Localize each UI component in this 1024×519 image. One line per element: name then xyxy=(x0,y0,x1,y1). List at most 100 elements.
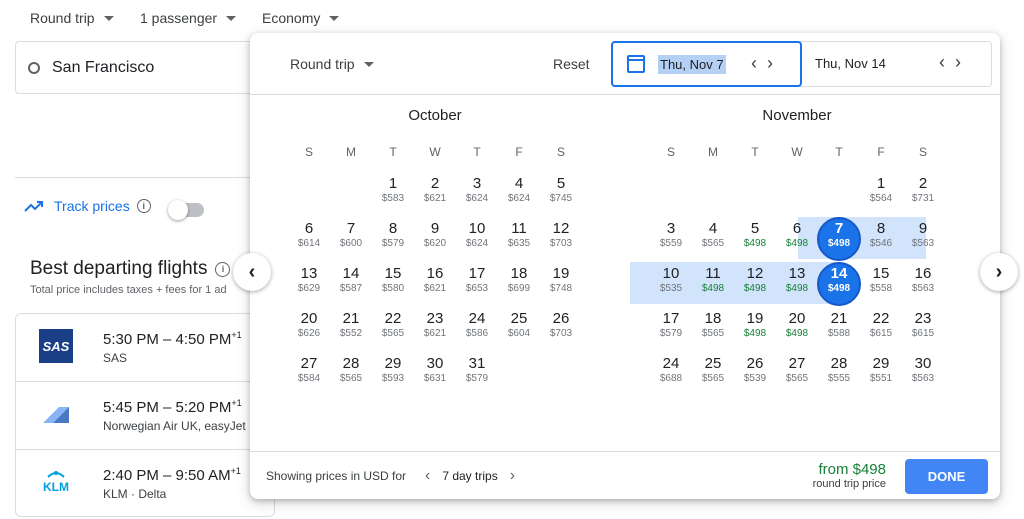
day-number: 28 xyxy=(342,355,360,372)
calendar-day[interactable]: 3 $559 xyxy=(650,214,692,260)
calendar-day[interactable]: 31 $579 xyxy=(456,349,498,395)
calendar-day[interactable]: 12 $498 xyxy=(734,259,776,305)
calendar-day[interactable]: 17 $579 xyxy=(650,304,692,350)
trip-type-dropdown[interactable]: Round trip xyxy=(30,10,114,26)
day-number: 11 xyxy=(705,265,721,282)
day-price: $624 xyxy=(507,193,531,204)
calendar-day[interactable]: 23 $615 xyxy=(902,304,944,350)
previous-month-button[interactable]: ‹ xyxy=(233,253,271,291)
calendar-day[interactable]: 2 $731 xyxy=(902,169,944,215)
day-number: 7 xyxy=(346,220,356,237)
calendar-day[interactable]: 18 $699 xyxy=(498,259,540,305)
calendar-day[interactable]: 6 $498 xyxy=(776,214,818,260)
calendar-day[interactable]: 28 $565 xyxy=(330,349,372,395)
origin-field[interactable]: San Francisco xyxy=(15,41,275,94)
calendar-day[interactable]: 9 $620 xyxy=(414,214,456,260)
calendar-day[interactable]: 25 $604 xyxy=(498,304,540,350)
calendar-day[interactable]: 30 $563 xyxy=(902,349,944,395)
calendar-day[interactable]: 17 $653 xyxy=(456,259,498,305)
calendar-day[interactable]: 10 $624 xyxy=(456,214,498,260)
calendar-day[interactable]: 11 $635 xyxy=(498,214,540,260)
calendar-day[interactable]: 14 $498 xyxy=(818,259,860,305)
calendar-day[interactable]: 20 $626 xyxy=(288,304,330,350)
calendar-day[interactable]: 15 $558 xyxy=(860,259,902,305)
calendar-day[interactable]: 14 $587 xyxy=(330,259,372,305)
calendar-day[interactable]: 4 $565 xyxy=(692,214,734,260)
track-prices-toggle[interactable] xyxy=(168,200,204,220)
calendar-day[interactable]: 5 $745 xyxy=(540,169,582,215)
calendar-day[interactable]: 28 $555 xyxy=(818,349,860,395)
return-date-stepper[interactable]: ‹› xyxy=(939,52,971,73)
calendar-day[interactable]: 8 $546 xyxy=(860,214,902,260)
calendar-day[interactable]: 22 $615 xyxy=(860,304,902,350)
chevron-left-icon[interactable]: ‹ xyxy=(425,467,430,485)
calendar-day[interactable]: 4 $624 xyxy=(498,169,540,215)
day-price: $498 xyxy=(743,328,767,339)
passengers-dropdown[interactable]: 1 passenger xyxy=(140,10,237,26)
calendar-day[interactable]: 21 $552 xyxy=(330,304,372,350)
cabin-class-dropdown[interactable]: Economy xyxy=(262,10,340,26)
calendar-day[interactable]: 20 $498 xyxy=(776,304,818,350)
calendar-day[interactable]: 16 $563 xyxy=(902,259,944,305)
next-month-button[interactable]: › xyxy=(980,253,1018,291)
popup-trip-type-dropdown[interactable]: Round trip xyxy=(290,56,374,72)
calendar-day[interactable]: 13 $629 xyxy=(288,259,330,305)
caret-down-icon xyxy=(226,15,237,21)
calendar-day[interactable]: 9 $563 xyxy=(902,214,944,260)
calendar-day[interactable]: 27 $584 xyxy=(288,349,330,395)
calendar-day[interactable]: 8 $579 xyxy=(372,214,414,260)
calendar-day[interactable]: 1 $564 xyxy=(860,169,902,215)
calendar-day[interactable]: 30 $631 xyxy=(414,349,456,395)
month-title: November xyxy=(762,107,832,124)
calendar-day[interactable]: 6 $614 xyxy=(288,214,330,260)
calendar-day[interactable]: 15 $580 xyxy=(372,259,414,305)
track-prices-label: Track prices xyxy=(54,198,130,214)
calendar-day[interactable]: 19 $748 xyxy=(540,259,582,305)
calendar-day[interactable]: 24 $688 xyxy=(650,349,692,395)
calendar-day[interactable]: 21 $588 xyxy=(818,304,860,350)
flight-row[interactable]: 5:45 PM – 5:20 PM+1 Norwegian Air UK, ea… xyxy=(16,382,274,450)
calendar-day[interactable]: 26 $703 xyxy=(540,304,582,350)
calendar-day[interactable]: 12 $703 xyxy=(540,214,582,260)
calendar-day[interactable]: 13 $498 xyxy=(776,259,818,305)
reset-button[interactable]: Reset xyxy=(553,56,590,72)
day-number: 29 xyxy=(872,355,890,372)
chevron-right-icon[interactable]: › xyxy=(510,467,515,485)
done-button[interactable]: DONE xyxy=(905,459,988,494)
calendar-day[interactable]: 26 $539 xyxy=(734,349,776,395)
calendar-day[interactable]: 7 $498 xyxy=(818,214,860,260)
day-price: $498 xyxy=(701,283,725,294)
calendar-day[interactable]: 23 $621 xyxy=(414,304,456,350)
calendar-day[interactable]: 18 $565 xyxy=(692,304,734,350)
calendar-day[interactable]: 29 $593 xyxy=(372,349,414,395)
day-price: $621 xyxy=(423,193,447,204)
departure-date-field[interactable]: Thu, Nov 7 ‹› xyxy=(611,41,802,87)
calendar-day[interactable]: 24 $586 xyxy=(456,304,498,350)
weekday-label: S xyxy=(666,145,675,159)
calendar-day[interactable]: 11 $498 xyxy=(692,259,734,305)
calendar-day[interactable]: 2 $621 xyxy=(414,169,456,215)
day-price: $614 xyxy=(297,238,321,249)
day-number: 26 xyxy=(552,310,570,327)
info-icon[interactable]: i xyxy=(215,261,231,277)
day-number: 19 xyxy=(552,265,570,282)
calendar-day[interactable]: 3 $624 xyxy=(456,169,498,215)
calendar-day[interactable]: 22 $565 xyxy=(372,304,414,350)
calendar-day[interactable]: 19 $498 xyxy=(734,304,776,350)
info-icon[interactable]: i xyxy=(136,199,151,213)
flight-row[interactable]: KLM 2:40 PM – 9:50 AM+1 KLM · Delta xyxy=(16,450,274,516)
calendar-day[interactable]: 10 $535 xyxy=(650,259,692,305)
calendar-day[interactable]: 25 $565 xyxy=(692,349,734,395)
calendar-day[interactable]: 7 $600 xyxy=(330,214,372,260)
calendar-day[interactable]: 27 $565 xyxy=(776,349,818,395)
day-number: 21 xyxy=(342,310,360,327)
calendar-day[interactable]: 1 $583 xyxy=(372,169,414,215)
date-picker-header: Round trip Reset Thu, Nov 7 ‹› Thu, Nov … xyxy=(250,33,1000,95)
day-number: 14 xyxy=(830,265,848,282)
calendar-day[interactable]: 29 $551 xyxy=(860,349,902,395)
flight-row[interactable]: SAS 5:30 PM – 4:50 PM+1 SAS xyxy=(16,314,274,382)
calendar-day[interactable]: 5 $498 xyxy=(734,214,776,260)
departure-date-stepper[interactable]: ‹› xyxy=(751,53,783,74)
calendar-day[interactable]: 16 $621 xyxy=(414,259,456,305)
flight-airline: SAS xyxy=(103,351,128,365)
